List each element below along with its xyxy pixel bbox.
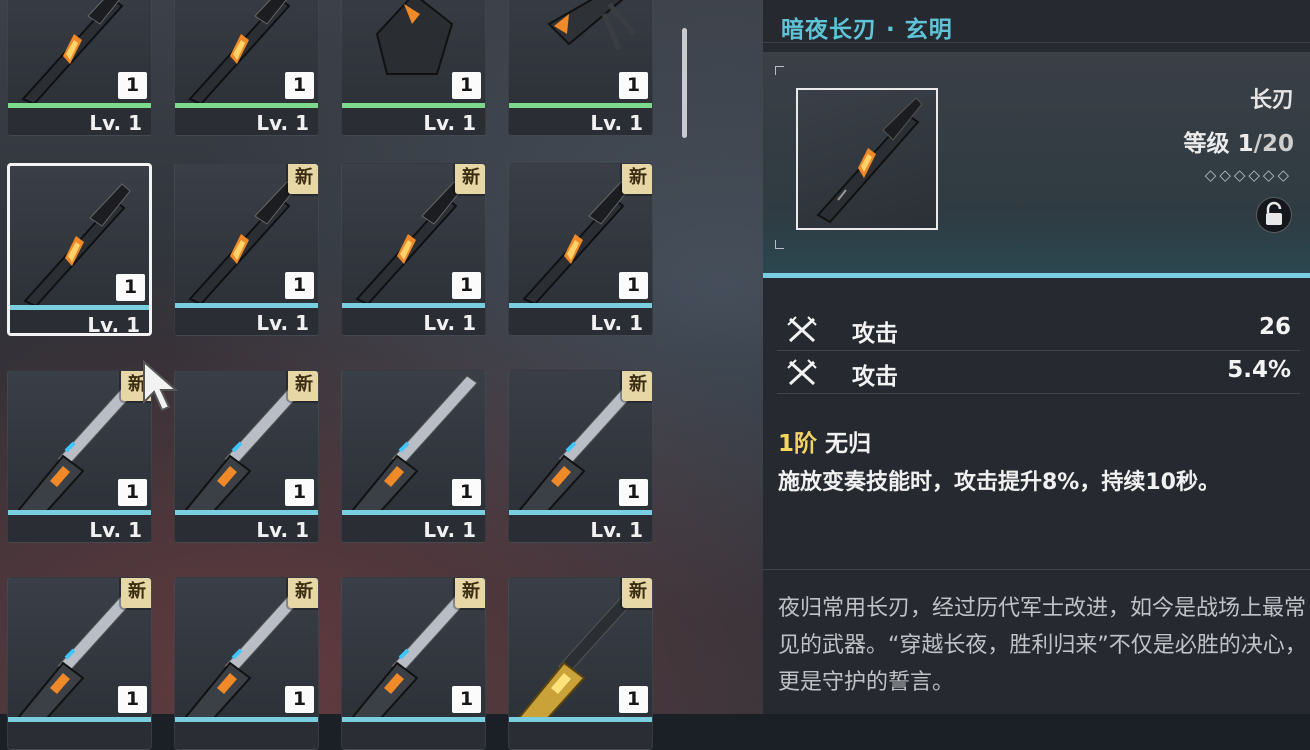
level-label: 等级 (1183, 131, 1230, 157)
new-badge: 新 (288, 578, 318, 608)
new-badge: 新 (121, 578, 151, 608)
quantity-badge: 1 (285, 272, 314, 299)
level-label: Lv. 1 (342, 108, 485, 135)
quantity-badge: 1 (118, 479, 147, 506)
weapon-card[interactable]: 1 Lv. 1 (341, 370, 486, 543)
weapon-card[interactable]: 1 Lv. 1 (7, 0, 152, 136)
weapon-detail-panel: 暗夜长刃 · 玄明 长刃 等级 1/20 ◇◇◇◇◇◇ 攻击 26 攻击 5.4… (763, 0, 1310, 714)
level-max: /20 (1253, 131, 1294, 157)
level-label (342, 722, 485, 749)
weapon-card[interactable]: 新 1 Lv. 1 (508, 163, 653, 336)
grid-scrollbar[interactable] (682, 28, 687, 138)
level-label: Lv. 1 (175, 515, 318, 542)
passive-description: 施放变奏技能时，攻击提升8%，持续10秒。 (778, 470, 1220, 495)
lock-icon (1266, 201, 1282, 225)
weapon-card[interactable]: 1 Lv. 1 (7, 163, 152, 336)
level-current: 1 (1237, 131, 1254, 157)
stat-row: 攻击 26 (777, 310, 1300, 351)
weapon-card[interactable]: 新 1 Lv. 1 (7, 370, 152, 543)
weapon-lore: 夜归常用长刃，经过历代军士改进，如今是战场上最常见的武器。“穿越长夜，胜利归来”… (778, 596, 1307, 695)
weapon-card[interactable]: 1 Lv. 1 (174, 0, 319, 136)
new-badge: 新 (622, 578, 652, 608)
weapon-level: 等级 1/20 (1184, 124, 1294, 158)
rank-diamonds: ◇◇◇◇◇◇ (1204, 166, 1292, 184)
quantity-badge: 1 (619, 479, 648, 506)
weapon-grid: 1 Lv. 1 1 Lv. 1 1 Lv. 1 1 Lv. 1 1 Lv. 1 新 1 Lv. 1新1L… (0, 0, 700, 750)
crossed-swords-icon (787, 359, 817, 386)
quantity-badge: 1 (285, 72, 314, 99)
new-badge: 新 (622, 371, 652, 401)
quantity-badge: 1 (116, 274, 145, 301)
level-label: Lv. 1 (342, 515, 485, 542)
weapon-card[interactable]: 1 Lv. 1 (341, 0, 486, 136)
passive-name: 无归 (825, 431, 872, 457)
quantity-badge: 1 (452, 479, 481, 506)
stat-name: 攻击 (852, 364, 898, 390)
weapon-card[interactable]: 新1 (7, 577, 152, 750)
weapon-card[interactable]: 1 Lv. 1 (508, 0, 653, 136)
quantity-badge: 1 (619, 686, 648, 713)
rarity-line (763, 273, 1310, 278)
quantity-badge: 1 (619, 72, 648, 99)
crossed-swords-icon (787, 316, 817, 343)
weapon-card[interactable]: 新 1 Lv. 1 (508, 370, 653, 543)
divider (763, 569, 1310, 570)
long-blade-icon (816, 97, 923, 224)
new-badge: 新 (622, 164, 652, 194)
corner-mark (775, 66, 784, 75)
level-label: Lv. 1 (175, 308, 318, 335)
quantity-badge: 1 (452, 272, 481, 299)
level-label: Lv. 1 (10, 310, 149, 333)
new-badge: 新 (288, 371, 318, 401)
level-label: Lv. 1 (8, 108, 151, 135)
level-label: Lv. 1 (509, 515, 652, 542)
weapon-card[interactable]: 新1 (508, 577, 653, 750)
quantity-badge: 1 (285, 479, 314, 506)
stat-value: 5.4% (1227, 357, 1291, 383)
level-label: Lv. 1 (509, 308, 652, 335)
stat-value: 26 (1258, 314, 1291, 340)
level-label (509, 722, 652, 749)
corner-mark (775, 240, 784, 249)
quantity-badge: 1 (285, 686, 314, 713)
weapon-card[interactable]: 新 1 Lv. 1 (341, 163, 486, 336)
passive-title: 1阶 无归 (778, 424, 871, 458)
weapon-card[interactable]: 新1 (341, 577, 486, 750)
quantity-badge: 1 (118, 686, 147, 713)
level-label (175, 722, 318, 749)
weapon-card[interactable]: 新1 (174, 577, 319, 750)
quantity-badge: 1 (118, 72, 147, 99)
stat-row: 攻击 5.4% (777, 353, 1300, 394)
quantity-badge: 1 (619, 272, 648, 299)
new-badge: 新 (455, 164, 485, 194)
new-badge: 新 (455, 578, 485, 608)
weapon-thumbnail (796, 88, 938, 230)
passive-rank: 1阶 (778, 431, 818, 457)
mouse-cursor-icon (143, 360, 179, 412)
quantity-badge: 1 (452, 72, 481, 99)
weapon-type: 长刃 (1249, 88, 1294, 113)
level-label (8, 722, 151, 749)
weapon-card[interactable]: 新 1 Lv. 1 (174, 163, 319, 336)
quantity-badge: 1 (452, 686, 481, 713)
level-label: Lv. 1 (342, 308, 485, 335)
stat-name: 攻击 (852, 321, 898, 347)
new-badge: 新 (288, 164, 318, 194)
lock-button[interactable] (1256, 197, 1292, 233)
divider (763, 42, 1310, 43)
weapon-title: 暗夜长刃 · 玄明 (781, 17, 953, 43)
weapon-card[interactable]: 新 1 Lv. 1 (174, 370, 319, 543)
level-label: Lv. 1 (509, 108, 652, 135)
level-label: Lv. 1 (175, 108, 318, 135)
level-label: Lv. 1 (8, 515, 151, 542)
